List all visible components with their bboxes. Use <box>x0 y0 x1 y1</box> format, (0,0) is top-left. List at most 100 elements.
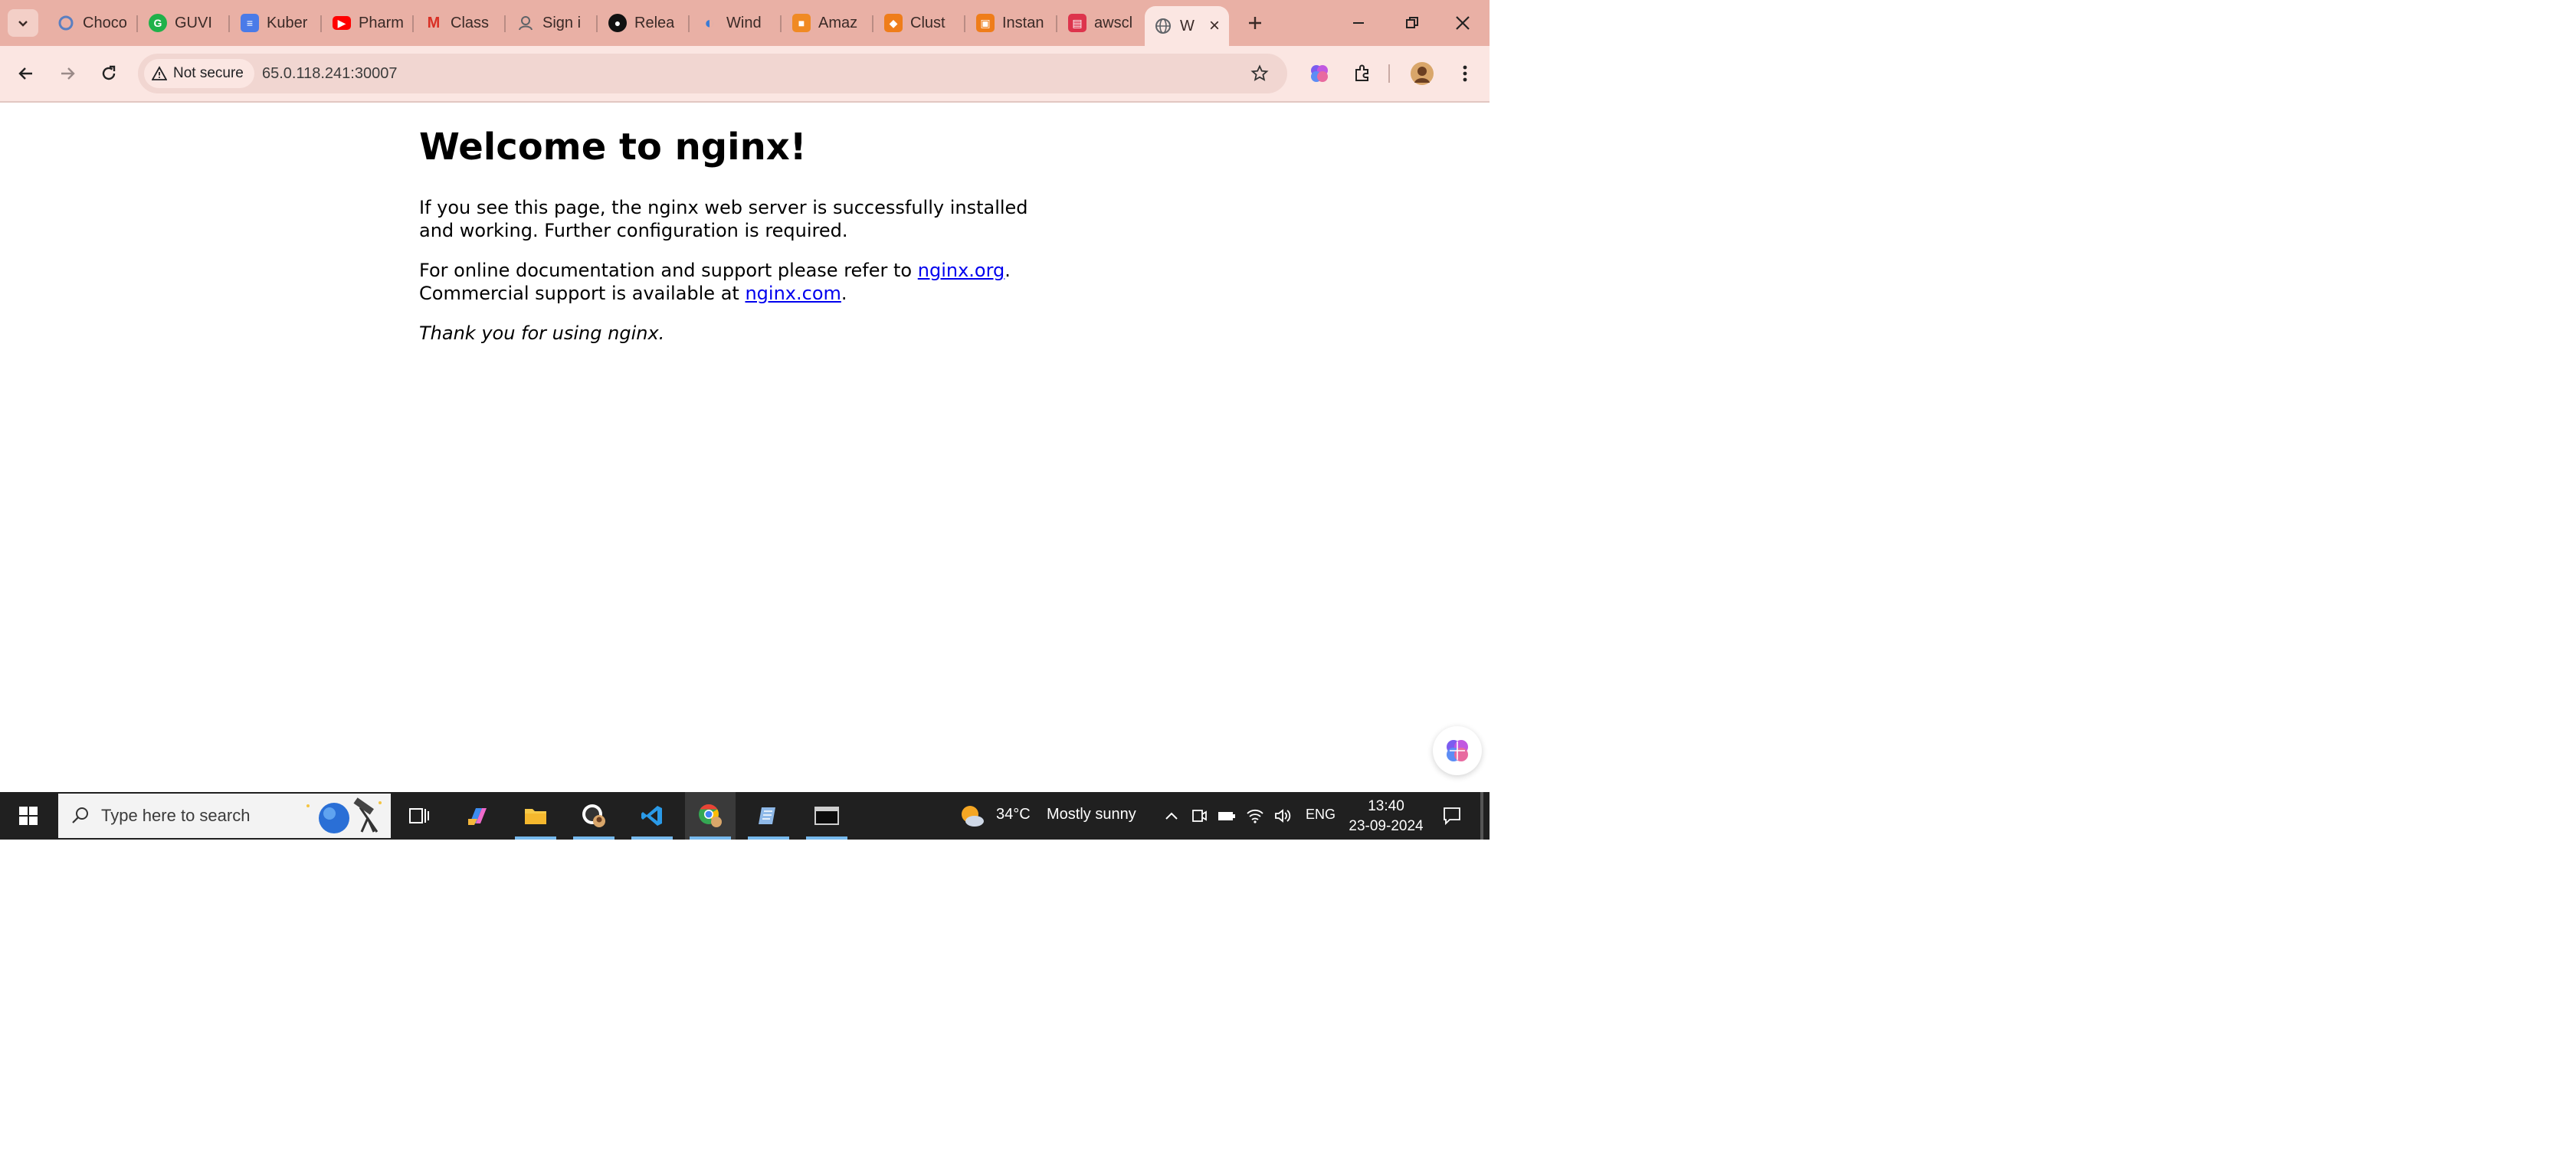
aws-ec2-icon: ▣ <box>976 14 995 32</box>
taskbar-search[interactable]: Type here to search <box>58 794 391 838</box>
github-icon: ● <box>608 14 627 32</box>
reload-button[interactable] <box>93 58 124 89</box>
toolbar-divider <box>1388 64 1390 83</box>
notification-icon[interactable] <box>1442 806 1462 826</box>
back-button[interactable] <box>11 58 41 89</box>
docs-paragraph: For online documentation and support ple… <box>419 260 1011 304</box>
battery-icon[interactable] <box>1217 807 1237 824</box>
floating-copilot-button[interactable] <box>1433 726 1482 775</box>
close-window-button[interactable] <box>1436 0 1490 46</box>
tab-6[interactable]: Sign i <box>507 6 593 40</box>
warning-icon <box>152 66 167 80</box>
menu-button[interactable] <box>1450 58 1480 89</box>
chrome-avatar-icon <box>582 804 605 827</box>
close-tab-icon[interactable]: × <box>1209 15 1220 37</box>
copilot-brain-icon <box>1447 740 1468 761</box>
docs-text: For online documentation and support ple… <box>419 260 913 281</box>
tab-separator <box>504 15 506 32</box>
chrome-icon <box>699 804 722 827</box>
taskbar: Type here to search 34°C Mostly sunny EN… <box>0 792 1490 840</box>
tab-11[interactable]: ▣ Instan <box>967 6 1053 40</box>
terminal-button[interactable] <box>801 792 852 840</box>
meet-now-icon[interactable] <box>1191 807 1208 824</box>
chevron-down-icon <box>18 21 28 27</box>
page-title: Welcome to nginx! <box>419 126 807 169</box>
extensions-button[interactable] <box>1347 58 1378 89</box>
restore-button[interactable] <box>1385 0 1439 46</box>
tab-3[interactable]: ≡ Kuber <box>231 6 317 40</box>
task-view-icon <box>409 808 429 823</box>
input-language[interactable]: ENG <box>1306 807 1336 823</box>
browser-toolbar: Not secure 65.0.118.241:30007 <box>0 46 1490 103</box>
restore-icon <box>1406 17 1418 28</box>
task-view-button[interactable] <box>394 792 444 840</box>
tab-separator <box>688 15 690 32</box>
tab-title: W <box>1180 17 1195 34</box>
address-bar[interactable]: Not secure 65.0.118.241:30007 <box>138 54 1287 93</box>
chevron-up-icon[interactable] <box>1163 807 1180 824</box>
puzzle-icon <box>1355 64 1368 81</box>
tab-1[interactable]: Choco <box>48 6 133 40</box>
tab-12[interactable]: ▤ awscl <box>1059 6 1145 40</box>
thanks-paragraph: Thank you for using nginx. <box>419 322 1032 345</box>
arrow-right-icon <box>61 67 75 80</box>
chrome-profile-button[interactable] <box>569 792 619 840</box>
tab-title: Pharm <box>359 14 404 31</box>
url-text[interactable]: 65.0.118.241:30007 <box>262 54 397 93</box>
tab-search-button[interactable] <box>8 9 38 37</box>
aws-cli-icon: ▤ <box>1068 14 1086 32</box>
aws-eks-icon: ◆ <box>884 14 903 32</box>
bird-icon: ◐ <box>704 13 715 32</box>
copilot-extension-button[interactable] <box>1304 58 1335 89</box>
tab-9[interactable]: ■ Amaz <box>783 6 869 40</box>
tab-8[interactable]: ◐ Wind <box>691 6 777 40</box>
star-icon <box>1250 64 1269 81</box>
guvi-icon: G <box>149 14 167 32</box>
youtube-icon: ▶ <box>333 16 351 30</box>
copilot-icon <box>1311 65 1328 82</box>
copilot-app-button[interactable] <box>452 792 503 840</box>
forward-button[interactable] <box>52 58 83 89</box>
tab-separator <box>964 15 965 32</box>
tab-separator <box>1056 15 1057 32</box>
tab-7[interactable]: ● Relea <box>599 6 685 40</box>
tab-title: Instan <box>1002 14 1044 31</box>
new-tab-button[interactable] <box>1240 8 1270 38</box>
wifi-icon[interactable] <box>1246 807 1264 824</box>
tab-5[interactable]: M Class <box>415 6 501 40</box>
start-button[interactable] <box>3 792 54 840</box>
file-explorer-button[interactable] <box>510 792 561 840</box>
tab-2[interactable]: G GUVI <box>139 6 225 40</box>
tab-active[interactable]: W × <box>1145 6 1229 46</box>
windows-icon <box>19 807 38 825</box>
docs-icon: ≡ <box>241 14 259 32</box>
plus-icon <box>1249 17 1261 29</box>
tab-separator <box>780 15 782 32</box>
chrome-button[interactable] <box>685 792 736 840</box>
folder-icon <box>525 809 546 824</box>
volume-icon[interactable] <box>1273 807 1292 824</box>
notepad-app-button[interactable] <box>743 792 794 840</box>
tab-10[interactable]: ◆ Clust <box>875 6 961 40</box>
vscode-button[interactable] <box>627 792 677 840</box>
tab-separator <box>320 15 322 32</box>
nginx-org-link[interactable]: nginx.org <box>918 260 1005 281</box>
weather-description[interactable]: Mostly sunny <box>1047 806 1136 823</box>
vscode-icon <box>641 806 662 826</box>
thanks-text: Thank you for using nginx. <box>419 322 665 344</box>
tab-4[interactable]: ▶ Pharm <box>323 6 409 40</box>
minimize-button[interactable] <box>1332 0 1385 46</box>
gmail-icon: M <box>427 14 441 31</box>
profile-button[interactable] <box>1407 58 1437 89</box>
show-desktop-button[interactable] <box>1480 792 1483 840</box>
clock[interactable]: 13:40 23-09-2024 <box>1336 797 1436 836</box>
bookmark-button[interactable] <box>1246 60 1273 87</box>
weather-sunny-icon <box>962 806 984 827</box>
clock-date: 23-09-2024 <box>1349 818 1424 834</box>
weather-temperature[interactable]: 34°C <box>996 806 1031 823</box>
telescope-globe-icon <box>306 797 382 833</box>
nginx-com-link[interactable]: nginx.com <box>745 283 841 304</box>
security-chip[interactable]: Not secure <box>144 59 254 88</box>
tab-separator <box>596 15 598 32</box>
tab-title: Amaz <box>818 14 858 31</box>
